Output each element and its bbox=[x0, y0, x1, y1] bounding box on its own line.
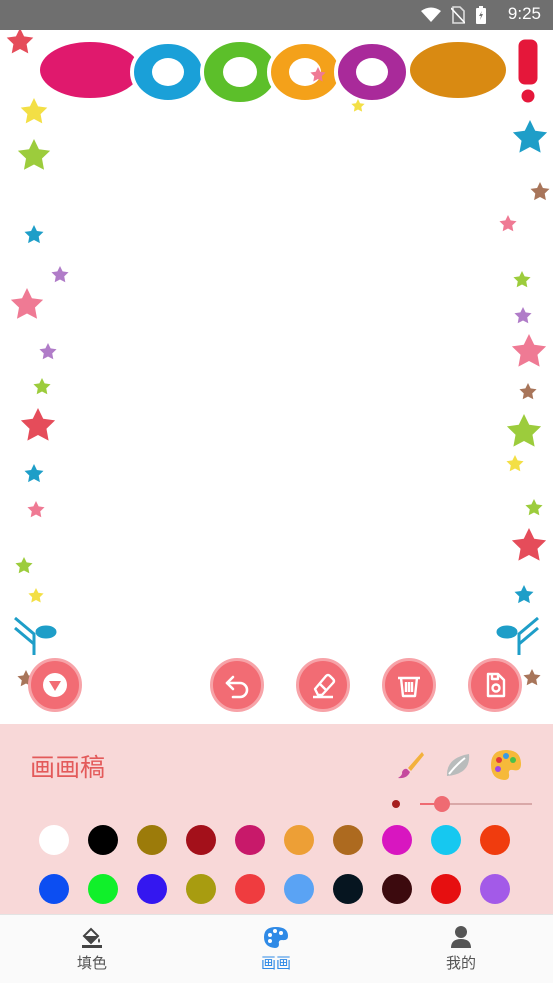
clear-button[interactable] bbox=[382, 658, 436, 712]
collapse-button[interactable] bbox=[28, 658, 82, 712]
color-swatch[interactable] bbox=[235, 874, 265, 904]
status-icons bbox=[421, 6, 487, 24]
color-swatches-row-2 bbox=[39, 874, 510, 904]
paint-bucket-icon bbox=[82, 927, 102, 948]
frame-stars bbox=[6, 30, 550, 687]
leaf-icon[interactable] bbox=[441, 748, 475, 782]
save-icon bbox=[486, 672, 506, 698]
undo-button[interactable] bbox=[210, 658, 264, 712]
wifi-icon bbox=[421, 7, 441, 22]
nav-item-fill-color[interactable]: 填色 bbox=[32, 925, 152, 973]
eraser-icon bbox=[313, 673, 336, 699]
person-icon bbox=[451, 926, 471, 948]
drawing-panel: 画画稿 bbox=[0, 724, 553, 914]
color-swatch[interactable] bbox=[137, 874, 167, 904]
color-swatch[interactable] bbox=[137, 825, 167, 855]
banner-letters bbox=[36, 36, 541, 106]
battery-icon bbox=[476, 6, 486, 24]
eraser-button[interactable] bbox=[296, 658, 350, 712]
color-swatch[interactable] bbox=[480, 825, 510, 855]
status-bar: 9:25 bbox=[0, 0, 553, 30]
color-swatch[interactable] bbox=[39, 874, 69, 904]
palette-icon[interactable] bbox=[489, 748, 523, 782]
color-swatch[interactable] bbox=[88, 825, 118, 855]
color-swatch[interactable] bbox=[333, 874, 363, 904]
color-swatch[interactable] bbox=[284, 874, 314, 904]
color-swatch[interactable] bbox=[186, 825, 216, 855]
color-swatch[interactable] bbox=[39, 825, 69, 855]
nav-item-drawing[interactable]: 画画 bbox=[216, 925, 336, 973]
bottom-navigation: 填色 画画 我的 bbox=[0, 914, 553, 983]
color-swatch[interactable] bbox=[431, 874, 461, 904]
color-swatch[interactable] bbox=[235, 825, 265, 855]
brush-size-preview bbox=[392, 800, 400, 808]
color-swatch[interactable] bbox=[284, 825, 314, 855]
undo-icon bbox=[225, 675, 249, 699]
triangle-down-icon bbox=[43, 673, 67, 697]
color-swatch[interactable] bbox=[186, 874, 216, 904]
brush-size-slider[interactable] bbox=[420, 796, 532, 812]
nav-label-drawing: 画画 bbox=[260, 954, 291, 972]
drawing-canvas[interactable] bbox=[0, 30, 553, 724]
brush-icon[interactable] bbox=[393, 748, 427, 782]
no-sim-icon bbox=[451, 6, 465, 24]
panel-title: 画画稿 bbox=[30, 753, 106, 782]
nav-item-profile[interactable]: 我的 bbox=[401, 925, 521, 973]
slider-thumb[interactable] bbox=[434, 796, 451, 812]
color-swatch[interactable] bbox=[333, 825, 363, 855]
clock: 9:25 bbox=[507, 4, 541, 23]
trash-icon bbox=[398, 676, 420, 698]
color-swatch[interactable] bbox=[382, 874, 412, 904]
color-swatch[interactable] bbox=[88, 874, 118, 904]
color-swatch[interactable] bbox=[431, 825, 461, 855]
music-note-decorations bbox=[14, 616, 539, 655]
save-button[interactable] bbox=[468, 658, 522, 712]
color-swatch[interactable] bbox=[480, 874, 510, 904]
nav-label-fill-color: 填色 bbox=[76, 954, 107, 972]
color-swatch[interactable] bbox=[382, 825, 412, 855]
star-frame-decoration bbox=[6, 30, 550, 687]
palette-icon bbox=[264, 927, 288, 948]
nav-label-profile: 我的 bbox=[445, 954, 476, 972]
brush-type-selector bbox=[393, 748, 523, 782]
color-swatches-row-1 bbox=[39, 825, 510, 855]
